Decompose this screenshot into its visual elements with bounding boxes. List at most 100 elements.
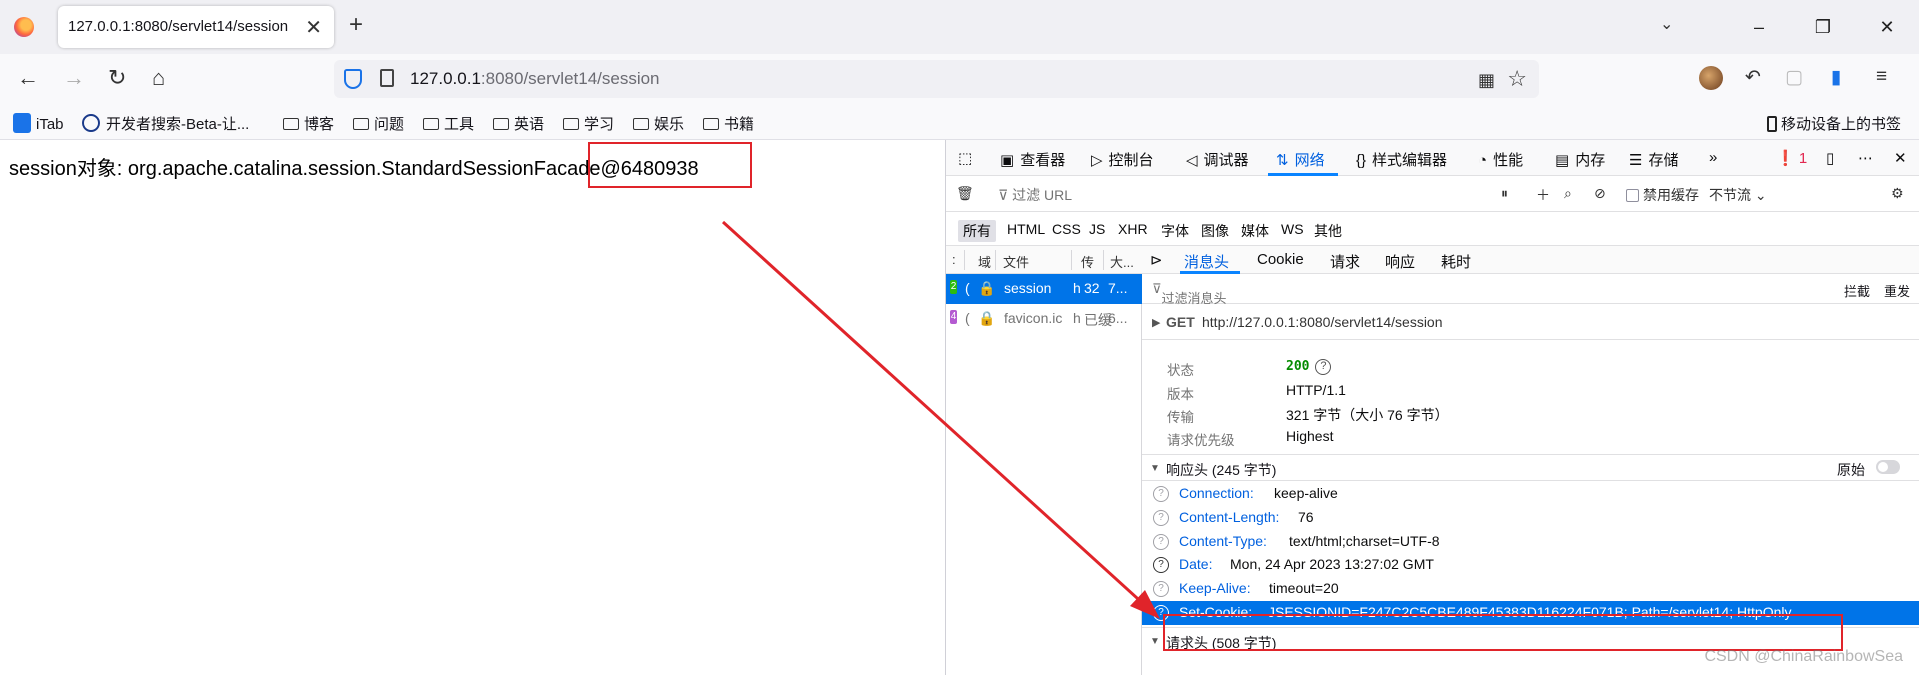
type-media[interactable]: 媒体 bbox=[1236, 220, 1274, 242]
type-html[interactable]: HTML bbox=[1002, 220, 1050, 238]
response-headers-section[interactable]: ▼ 响应头 (245 字节) 原始 bbox=[1142, 454, 1919, 481]
tracking-shield-icon[interactable] bbox=[344, 69, 362, 89]
type-js[interactable]: JS bbox=[1084, 220, 1110, 238]
tab-request[interactable]: 请求 bbox=[1330, 251, 1360, 272]
bookmark-folder-english[interactable]: 英语 bbox=[493, 113, 544, 134]
close-devtools-icon[interactable]: ✕ bbox=[1894, 149, 1907, 167]
close-window-button[interactable]: ✕ bbox=[1855, 0, 1919, 54]
collapse-triangle-icon[interactable]: ▼ bbox=[1150, 463, 1160, 474]
url-text[interactable]: 127.0.0.1:8080/servlet14/session bbox=[410, 69, 660, 89]
header-row-date[interactable]: ? Date: Mon, 24 Apr 2023 13:27:02 GMT bbox=[1142, 553, 1919, 577]
help-icon[interactable]: ? bbox=[1315, 359, 1332, 375]
col-file[interactable]: 文件 bbox=[1003, 252, 1029, 271]
forward-button[interactable]: → bbox=[63, 66, 85, 90]
toggle-sidebar-icon[interactable]: ⊳ bbox=[1150, 251, 1163, 269]
tab-response[interactable]: 响应 bbox=[1385, 251, 1415, 272]
restore-button[interactable]: ❐ bbox=[1791, 0, 1855, 54]
tool-storage[interactable]: ☰ 存储 bbox=[1629, 149, 1678, 170]
help-icon[interactable]: ? bbox=[1153, 534, 1169, 550]
clear-trash-icon[interactable]: 🗑 bbox=[956, 185, 974, 202]
tool-console[interactable]: ▷ 控制台 bbox=[1091, 149, 1154, 170]
request-summary-row[interactable]: ▶ GET http://127.0.0.1:8080/servlet14/se… bbox=[1142, 304, 1919, 340]
help-icon[interactable]: ? bbox=[1153, 581, 1169, 597]
undo-icon[interactable]: ↶ bbox=[1745, 66, 1761, 89]
tool-inspector[interactable]: ▣ 查看器 bbox=[1000, 149, 1065, 170]
tab-headers[interactable]: 消息头 bbox=[1184, 251, 1229, 272]
bookmark-star-icon[interactable]: ☆ bbox=[1507, 66, 1527, 92]
type-ws[interactable]: WS bbox=[1276, 220, 1309, 238]
bookmark-folder-questions[interactable]: 问题 bbox=[353, 113, 404, 134]
pause-icon[interactable]: ⏸ bbox=[1501, 185, 1508, 202]
type-font[interactable]: 字体 bbox=[1156, 220, 1194, 242]
help-icon[interactable]: ? bbox=[1153, 486, 1169, 502]
extension-icon[interactable]: ▢ bbox=[1785, 66, 1803, 89]
collapse-triangle-icon[interactable]: ▼ bbox=[1150, 636, 1160, 647]
tool-performance[interactable]: ◔ 性能 bbox=[1478, 149, 1523, 170]
bookmark-itab[interactable]: iTab bbox=[13, 113, 64, 133]
type-image[interactable]: 图像 bbox=[1196, 220, 1234, 242]
type-other[interactable]: 其他 bbox=[1309, 220, 1347, 242]
expand-triangle-icon[interactable]: ▶ bbox=[1152, 316, 1160, 329]
more-options-icon[interactable]: ⋯ bbox=[1858, 149, 1873, 167]
header-value: 76 bbox=[1298, 509, 1314, 525]
throttle-select[interactable]: 不节流 ⌄ bbox=[1709, 185, 1767, 205]
itab-extension-icon[interactable]: ▮ bbox=[1831, 66, 1841, 89]
tab-timings[interactable]: 耗时 bbox=[1441, 251, 1471, 272]
bookmark-folder-fun[interactable]: 娱乐 bbox=[633, 113, 684, 134]
tool-debugger[interactable]: ◁ 调试器 bbox=[1186, 149, 1249, 170]
col-size[interactable]: 大... bbox=[1110, 252, 1134, 271]
bookmark-folder-study[interactable]: 学习 bbox=[563, 113, 614, 134]
tool-memory[interactable]: ▤ 内存 bbox=[1555, 149, 1605, 170]
settings-gear-icon[interactable]: ⚙ bbox=[1891, 185, 1904, 202]
menu-icon[interactable]: ≡ bbox=[1876, 66, 1887, 88]
header-row-content-type[interactable]: ? Content-Type: text/html;charset=UTF-8 bbox=[1142, 530, 1919, 554]
col-domain[interactable]: 域 bbox=[978, 252, 991, 271]
url-filter-input[interactable]: ⊽ 过滤 URL bbox=[998, 185, 1072, 205]
add-icon[interactable]: ＋ bbox=[1536, 185, 1550, 205]
bookmark-folder-blog[interactable]: 博客 bbox=[283, 113, 334, 134]
help-icon[interactable]: ? bbox=[1153, 557, 1169, 573]
account-avatar[interactable] bbox=[1699, 66, 1723, 90]
tool-network[interactable]: ⇅ 网络 bbox=[1276, 149, 1325, 170]
request-row-favicon[interactable]: 4 ( 🔒 favicon.ic h 已缓 6... bbox=[946, 304, 1142, 334]
bookmark-folder-books[interactable]: 书籍 bbox=[703, 113, 754, 134]
more-tools-icon[interactable]: » bbox=[1709, 149, 1717, 166]
header-row-content-length[interactable]: ? Content-Length: 76 bbox=[1142, 506, 1919, 530]
header-row-keep-alive[interactable]: ? Keep-Alive: timeout=20 bbox=[1142, 577, 1919, 601]
type-css[interactable]: CSS bbox=[1047, 220, 1086, 238]
tab-close-icon[interactable]: ✕ bbox=[305, 15, 322, 40]
bookmark-folder-tools[interactable]: 工具 bbox=[423, 113, 474, 134]
dock-icon[interactable]: ▯ bbox=[1826, 149, 1834, 167]
col-transferred[interactable]: 传 bbox=[1081, 252, 1094, 271]
reload-button[interactable]: ↻ bbox=[108, 66, 126, 90]
header-row-connection[interactable]: ? Connection: keep-alive bbox=[1142, 482, 1919, 506]
back-button[interactable]: ← bbox=[17, 66, 39, 90]
col-status[interactable]: : bbox=[952, 252, 956, 267]
block-icon[interactable]: ⊘ bbox=[1594, 185, 1606, 202]
resend-button[interactable]: 重发 bbox=[1884, 281, 1910, 300]
raw-toggle[interactable] bbox=[1876, 460, 1900, 474]
tab-list-chevron-icon[interactable]: ⌄ bbox=[1660, 14, 1673, 34]
tool-style-editor[interactable]: {} 样式编辑器 bbox=[1356, 149, 1447, 170]
block-button[interactable]: 拦截 bbox=[1844, 281, 1870, 300]
new-tab-button[interactable]: + bbox=[349, 11, 363, 39]
mobile-bookmarks[interactable]: 移动设备上的书签 bbox=[1767, 113, 1901, 134]
type-all[interactable]: 所有 bbox=[958, 220, 996, 242]
help-icon[interactable]: ? bbox=[1153, 510, 1169, 526]
tab-cookie[interactable]: Cookie bbox=[1257, 251, 1304, 268]
type-xhr[interactable]: XHR bbox=[1113, 220, 1153, 238]
browser-tab[interactable]: 127.0.0.1:8080/servlet14/session ✕ bbox=[58, 6, 334, 48]
element-picker-icon[interactable]: ⬚ bbox=[958, 149, 972, 167]
minimize-button[interactable]: – bbox=[1727, 0, 1791, 54]
error-badge[interactable]: ❗ 1 bbox=[1776, 149, 1807, 167]
qr-code-icon[interactable]: ▦ bbox=[1478, 70, 1495, 91]
disable-cache-checkbox[interactable]: 禁用缓存 bbox=[1626, 185, 1699, 205]
search-icon[interactable]: ⌕ bbox=[1564, 185, 1572, 202]
url-bar[interactable]: 127.0.0.1:8080/servlet14/session ▦ ☆ bbox=[334, 60, 1539, 98]
bookmark-dev-search[interactable]: 开发者搜索-Beta-让... bbox=[82, 113, 249, 134]
home-button[interactable]: ⌂ bbox=[152, 66, 165, 90]
headers-filter-input[interactable]: ⊽ 过滤消息头 bbox=[1152, 281, 1227, 306]
request-row-session[interactable]: 2 ( 🔒 session h 32 7... bbox=[946, 274, 1142, 304]
folder-icon bbox=[423, 118, 439, 130]
page-info-icon[interactable] bbox=[380, 69, 394, 87]
